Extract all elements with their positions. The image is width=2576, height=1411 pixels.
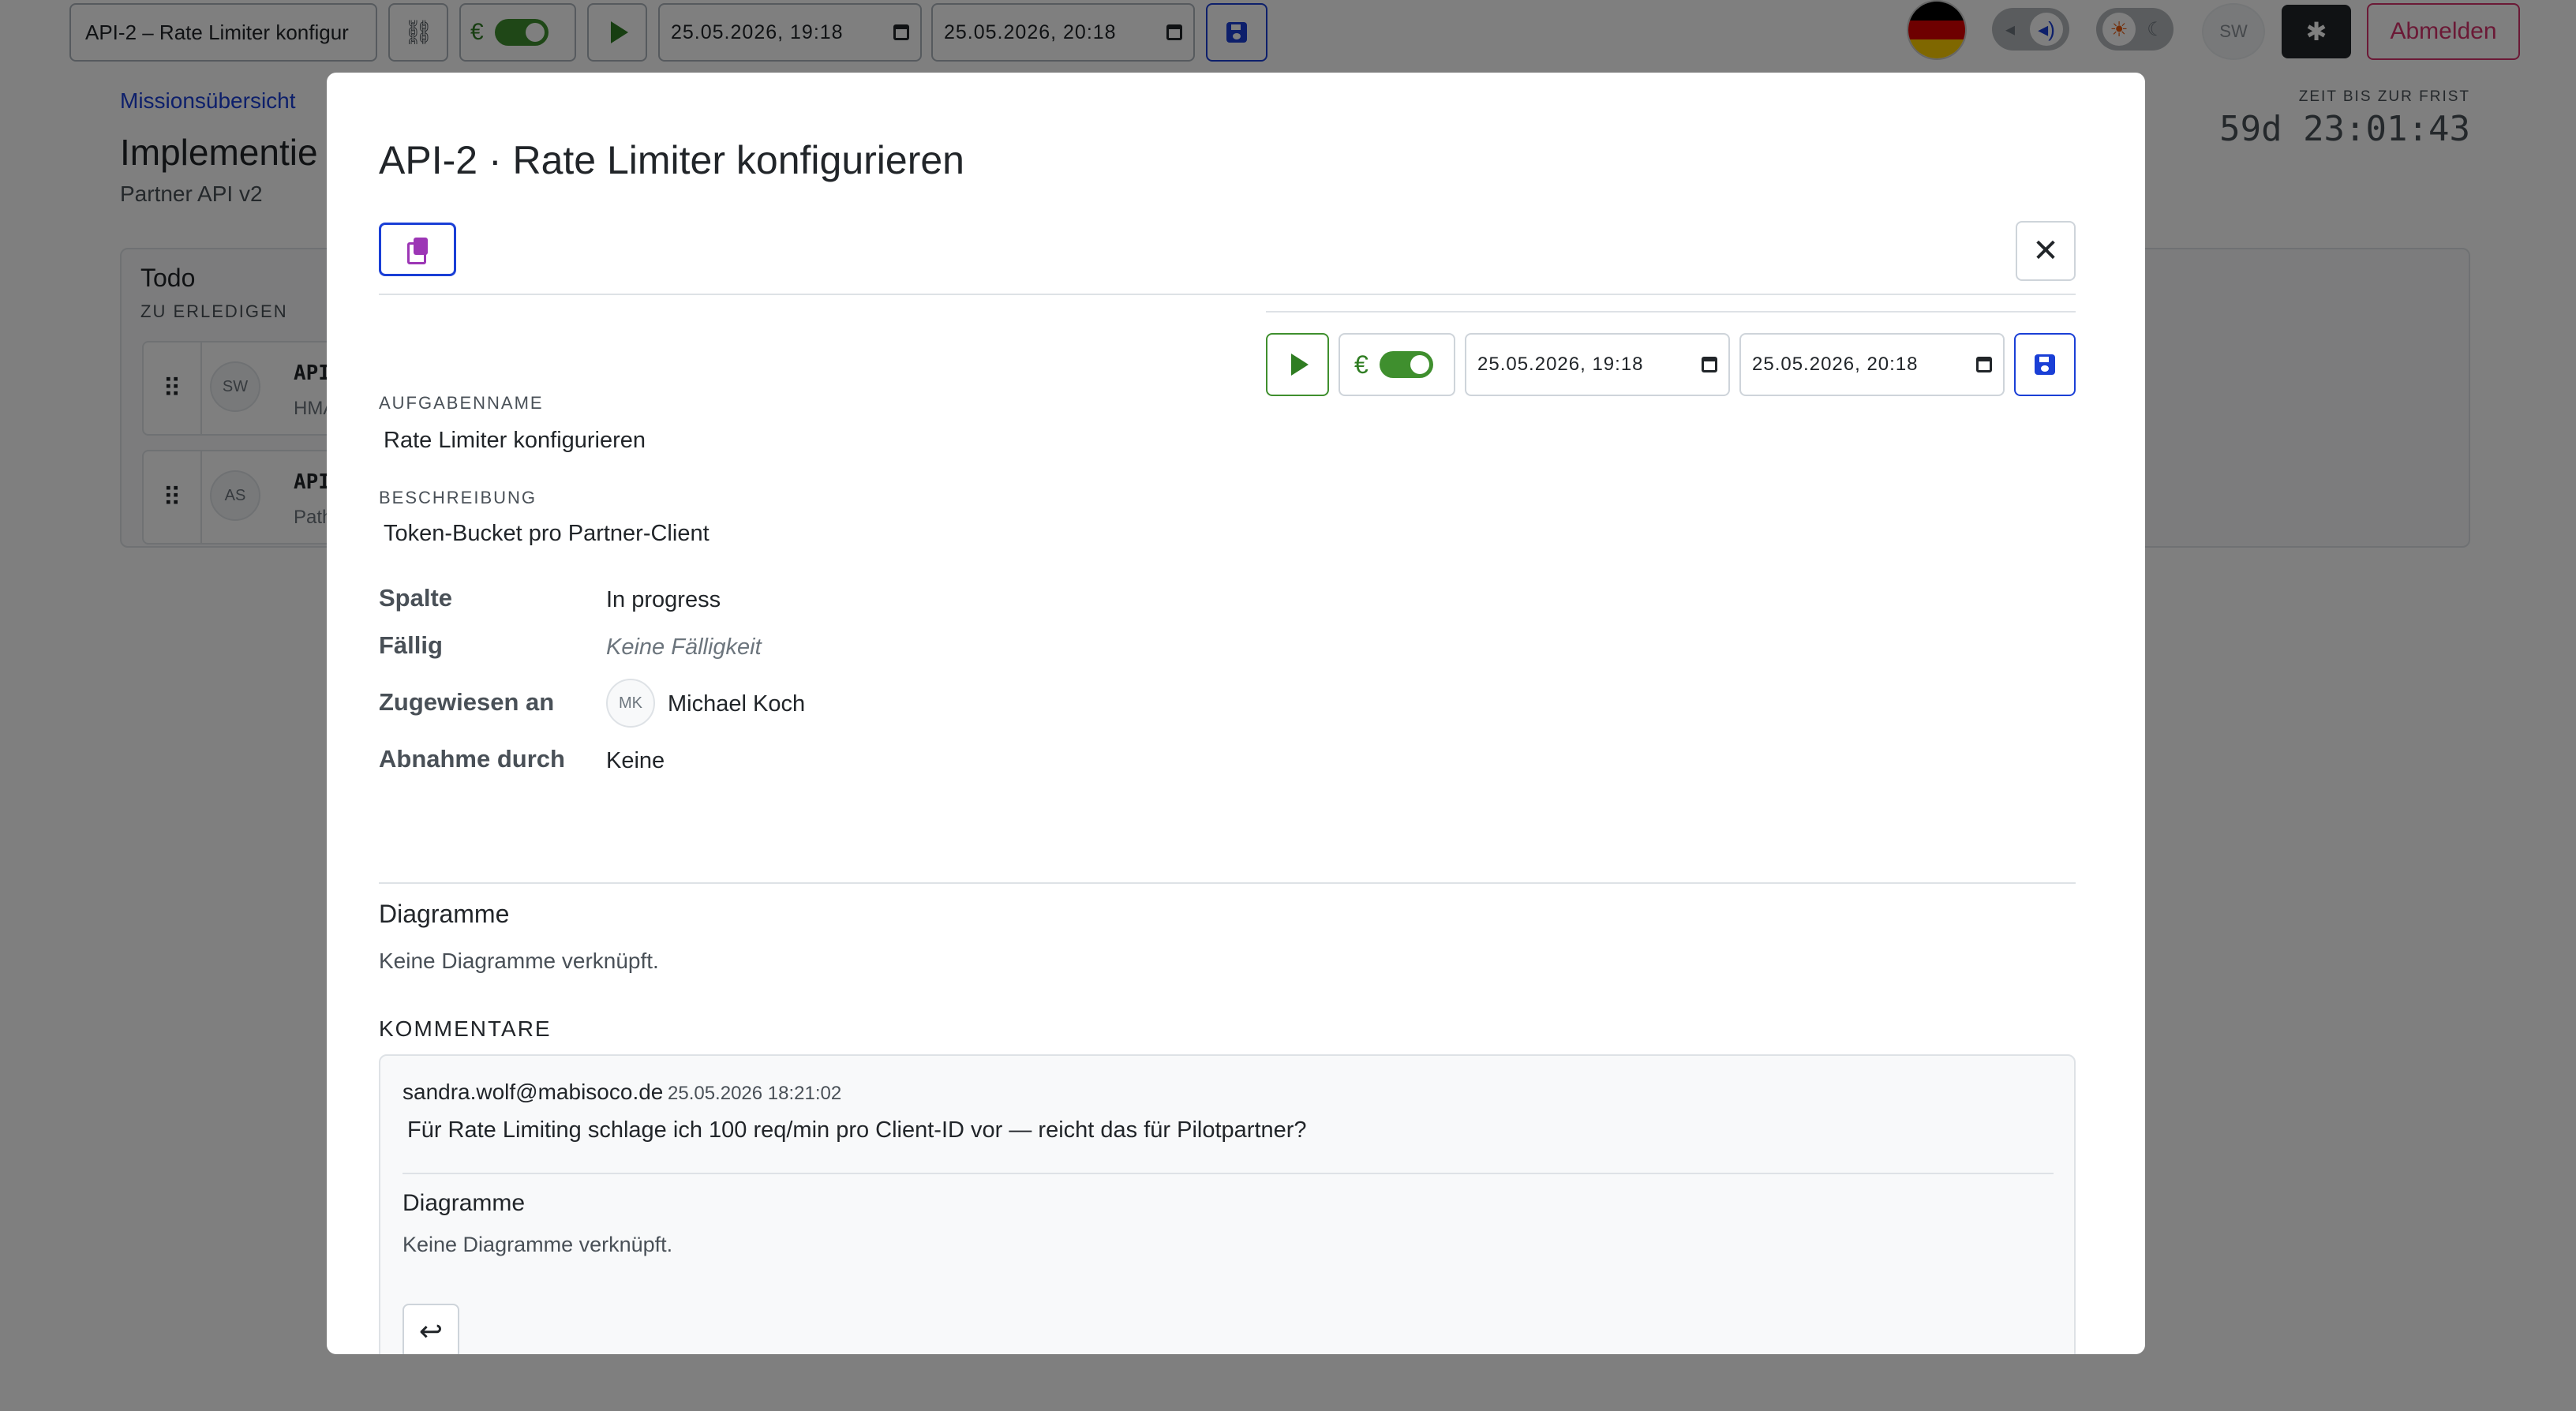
calendar-icon bbox=[1976, 357, 1992, 372]
end-date-value: 25.05.2026, 20:18 bbox=[1752, 354, 1919, 375]
euro-icon: € bbox=[1354, 350, 1368, 379]
save-icon bbox=[2035, 354, 2055, 375]
end-date-input[interactable]: 25.05.2026, 20:18 bbox=[1739, 333, 2005, 396]
task-detail-modal: API-2 · Rate Limiter konfigurieren ✕ € 2… bbox=[327, 73, 2145, 1354]
close-icon: ✕ bbox=[2032, 234, 2059, 268]
comment-card: sandra.wolf@mabisoco.de 25.05.2026 18:21… bbox=[379, 1054, 2076, 1354]
modal-title: API-2 · Rate Limiter konfigurieren bbox=[379, 138, 964, 182]
comment-diagrams-empty-text: Keine Diagramme verknüpft. bbox=[402, 1233, 673, 1256]
assigned-value[interactable]: Michael Koch bbox=[668, 691, 805, 717]
copy-icon bbox=[407, 238, 428, 264]
comment-diagrams-heading: Diagramme bbox=[402, 1190, 526, 1216]
start-date-value: 25.05.2026, 19:18 bbox=[1477, 354, 1644, 375]
avatar: MK bbox=[606, 679, 655, 728]
task-name-label: AUFGABENNAME bbox=[379, 393, 544, 413]
copy-button[interactable] bbox=[379, 223, 456, 276]
column-value[interactable]: In progress bbox=[606, 587, 721, 613]
assigned-label: Zugewiesen an bbox=[379, 688, 555, 716]
save-button[interactable] bbox=[2014, 333, 2076, 396]
approval-value[interactable]: Keine bbox=[606, 748, 665, 774]
billing-toggle[interactable]: € bbox=[1339, 333, 1455, 396]
billing-switch[interactable] bbox=[1379, 351, 1433, 378]
description-field[interactable]: Token-Bucket pro Partner-Client bbox=[384, 521, 710, 547]
diagrams-empty-text: Keine Diagramme verknüpft. bbox=[379, 949, 659, 973]
approval-label: Abnahme durch bbox=[379, 745, 565, 773]
reply-button[interactable]: ↩ bbox=[402, 1304, 459, 1354]
divider bbox=[1266, 311, 2076, 313]
divider bbox=[402, 1173, 2054, 1174]
close-button[interactable]: ✕ bbox=[2016, 221, 2076, 281]
column-label: Spalte bbox=[379, 584, 453, 612]
reply-icon: ↩ bbox=[418, 1315, 444, 1347]
divider bbox=[379, 882, 2076, 884]
play-button[interactable] bbox=[1266, 333, 1329, 396]
diagrams-heading: Diagramme bbox=[379, 900, 510, 928]
due-label: Fällig bbox=[379, 631, 443, 659]
comment-author: sandra.wolf@mabisoco.de bbox=[402, 1080, 664, 1104]
comment-text: Für Rate Limiting schlage ich 100 req/mi… bbox=[407, 1117, 1307, 1143]
calendar-icon bbox=[1702, 357, 1717, 372]
start-date-input[interactable]: 25.05.2026, 19:18 bbox=[1465, 333, 1730, 396]
comments-heading: KOMMENTARE bbox=[379, 1016, 552, 1041]
comment-timestamp: 25.05.2026 18:21:02 bbox=[668, 1083, 842, 1104]
due-value[interactable]: Keine Fälligkeit bbox=[606, 634, 762, 661]
task-name-field[interactable]: Rate Limiter konfigurieren bbox=[384, 428, 646, 454]
description-label: BESCHREIBUNG bbox=[379, 488, 537, 507]
play-icon bbox=[1291, 354, 1309, 376]
divider bbox=[379, 294, 2076, 295]
